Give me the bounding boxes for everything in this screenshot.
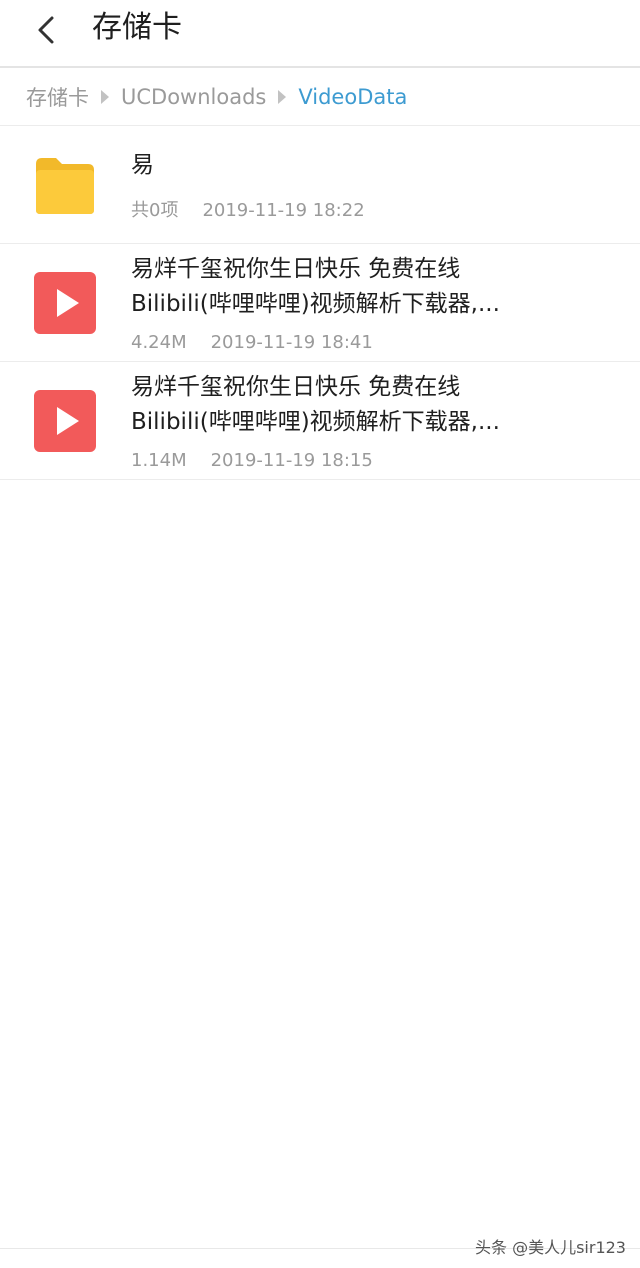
video-play-icon <box>34 272 96 334</box>
file-list: 易 共0项 2019-11-19 18:22 易烊千玺祝你生日快乐 免费在线 Bi… <box>0 126 640 480</box>
breadcrumb-arrow-icon <box>101 89 109 104</box>
item-count: 共0项 <box>131 200 179 221</box>
file-date: 2019-11-19 18:41 <box>210 332 373 353</box>
breadcrumb-item-videodata[interactable]: VideoData <box>298 85 407 109</box>
app-bar: 存储卡 <box>0 0 640 68</box>
file-meta: 4.24M 2019-11-19 18:41 <box>131 332 373 353</box>
folder-icon <box>36 158 94 214</box>
file-date: 2019-11-19 18:15 <box>210 450 373 471</box>
file-row-video[interactable]: 易烊千玺祝你生日快乐 免费在线 Bilibili(哔哩哔哩)视频解析下载器,..… <box>0 244 640 362</box>
file-date: 2019-11-19 18:22 <box>202 200 365 221</box>
file-name: 易 <box>131 152 154 178</box>
video-play-icon <box>34 390 96 452</box>
breadcrumb-arrow-icon <box>278 89 287 104</box>
breadcrumb: 存储卡 UCDownloads VideoData <box>0 68 640 126</box>
file-name: 易烊千玺祝你生日快乐 免费在线 Bilibili(哔哩哔哩)视频解析下载器,..… <box>131 374 500 435</box>
file-size: 4.24M <box>131 332 187 353</box>
file-row-video[interactable]: 易烊千玺祝你生日快乐 免费在线 Bilibili(哔哩哔哩)视频解析下载器,..… <box>0 362 640 480</box>
file-meta: 1.14M 2019-11-19 18:15 <box>131 450 373 471</box>
file-name: 易烊千玺祝你生日快乐 免费在线 Bilibili(哔哩哔哩)视频解析下载器,..… <box>131 256 500 317</box>
page-title: 存储卡 <box>92 10 182 45</box>
breadcrumb-item-storage[interactable]: 存储卡 <box>26 82 89 112</box>
file-size: 1.14M <box>131 450 187 471</box>
file-meta: 共0项 2019-11-19 18:22 <box>131 196 365 222</box>
chevron-left-icon <box>38 16 54 44</box>
file-row-folder[interactable]: 易 共0项 2019-11-19 18:22 <box>0 126 640 244</box>
watermark: 头条 @美人儿sir123 <box>475 1238 626 1257</box>
breadcrumb-item-ucdownloads[interactable]: UCDownloads <box>121 85 266 109</box>
back-button[interactable] <box>22 6 70 54</box>
